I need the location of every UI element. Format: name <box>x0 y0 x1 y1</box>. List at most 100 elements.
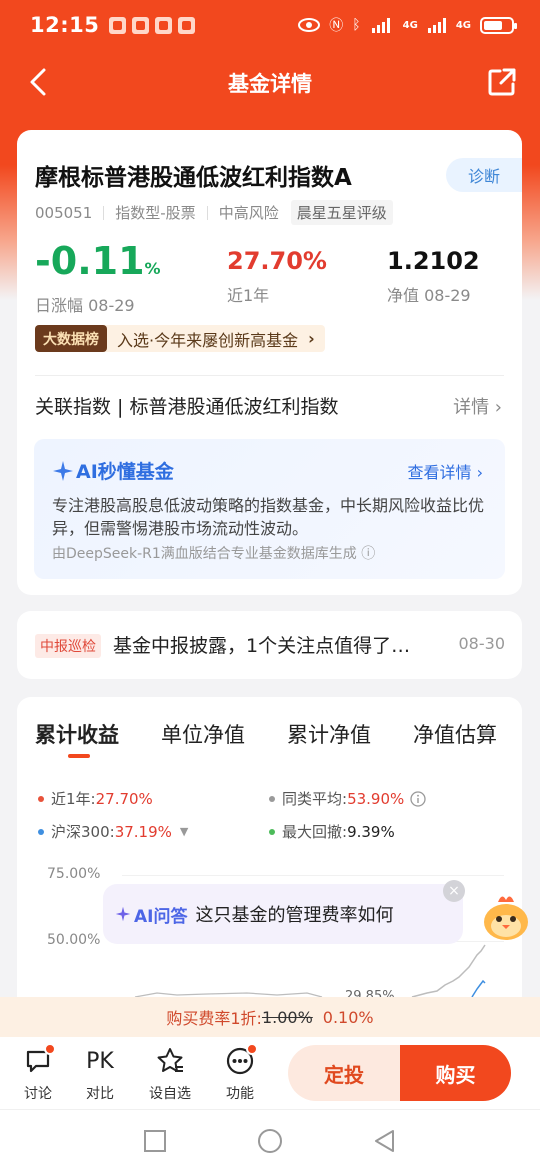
eye-icon <box>298 18 321 32</box>
nav-label: 净值 08-29 <box>387 286 471 305</box>
returns-chart-lines: 29.85% <box>134 944 486 1001</box>
mascot-chick-icon[interactable] <box>478 888 534 944</box>
ai-question-tag: AI问答 <box>134 906 188 927</box>
legend-dot <box>269 795 275 802</box>
bottom-action-bar: 讨论 PK 对比 设自选 功能 定投 购买 <box>0 1037 540 1109</box>
fund-name: 摩根标普港股通低波红利指数A <box>35 165 352 191</box>
status-time: 12:15 <box>30 13 100 37</box>
legend-hs300[interactable]: 沪深300: 37.19% ▼ <box>38 821 188 842</box>
fund-code: 005051 <box>35 203 93 222</box>
fee-prefix: 购买费率1折: <box>166 1009 262 1028</box>
ai-summary-box: AI秒懂基金 查看详情 › 专注港股高股息低波动策略的指数基金，中长期风险收益比… <box>34 439 505 579</box>
status-bar: 12:15 Ⓝ ᛒ 4G 4G <box>0 0 540 50</box>
rating-tag: 晨星五星评级 <box>290 200 393 225</box>
hs300-line <box>471 979 486 998</box>
functions-button[interactable]: 功能 <box>210 1043 270 1103</box>
divider <box>103 205 105 220</box>
compare-label: 对比 <box>86 1086 114 1102</box>
chevron-right-icon: › <box>308 329 315 348</box>
notification-app-icon <box>132 16 150 34</box>
year-return-stat: 27.70% 近1年 <box>227 246 327 306</box>
legend-hs300-label: 沪深300: <box>51 823 115 841</box>
bigdata-rank-banner[interactable]: 大数据榜 入选·今年来屡创新高基金 › <box>35 325 325 352</box>
fee-original: 1.00% <box>261 1007 313 1027</box>
back-icon[interactable] <box>373 1129 397 1153</box>
legend-fund-label: 近1年: <box>51 790 96 808</box>
year-return-label: 近1年 <box>227 286 270 305</box>
legend-peer-label: 同类平均: <box>282 790 348 808</box>
daily-change-number: -0.11 <box>35 239 145 283</box>
nfc-icon: Ⓝ <box>329 18 344 34</box>
bigdata-badge: 大数据榜 <box>35 325 107 352</box>
news-tag: 中报巡检 <box>35 634 101 658</box>
tab-cumulative-return[interactable]: 累计收益 <box>35 719 119 749</box>
legend-dot <box>38 828 44 835</box>
sparkle-icon <box>53 461 73 481</box>
y-axis-label: 75.00% <box>47 866 101 882</box>
fund-summary-card: 摩根标普港股通低波红利指数A 诊断 005051 指数型-股票 中高风险 晨星五… <box>17 130 522 595</box>
ai-summary-desc: 专注港股高股息低波动策略的指数基金，中长期风险收益比优异，但需警惕港股市场流动性… <box>52 496 485 538</box>
legend-dot <box>269 828 275 835</box>
diagnose-button[interactable]: 诊断 <box>446 158 522 192</box>
related-index-detail-link[interactable]: 详情 › <box>453 393 502 419</box>
home-icon[interactable] <box>257 1128 283 1154</box>
compare-button[interactable]: PK 对比 <box>70 1045 130 1103</box>
peer-average-line <box>411 944 486 998</box>
sparkle-icon <box>115 906 131 922</box>
tab-unit-nav[interactable]: 单位净值 <box>161 719 245 749</box>
ai-question-bubble[interactable]: AI问答 这只基金的管理费率如何 × <box>103 880 465 944</box>
legend-peer-average: 同类平均: 53.90% <box>269 788 426 809</box>
related-index[interactable]: 关联指数 | 标普港股通低波红利指数 <box>35 392 338 419</box>
fund-risk: 中高风险 <box>218 204 279 222</box>
legend-peer-value: 53.90% <box>347 789 405 808</box>
fee-discounted: 0.10% <box>322 1007 374 1027</box>
chart-tabs: 累计收益 单位净值 累计净值 净值估算 <box>17 719 522 759</box>
info-icon[interactable] <box>410 790 426 807</box>
legend-drawdown-label: 最大回撤: <box>282 823 348 841</box>
notification-dot <box>44 1043 56 1055</box>
nav-value: 1.2102 <box>387 247 480 275</box>
notification-app-icon <box>178 16 196 34</box>
fee-discount-bar: 购买费率1折: 1.00% 0.10% <box>0 997 540 1037</box>
page-title: 基金详情 <box>228 72 312 96</box>
close-icon[interactable]: × <box>443 880 465 902</box>
signal-icon-2 <box>427 18 446 33</box>
add-watchlist-label: 设自选 <box>149 1086 191 1102</box>
bigdata-text: 入选·今年来屡创新高基金 <box>117 330 299 350</box>
legend-max-drawdown: 最大回撤: 9.39% <box>269 821 395 842</box>
pk-icon: PK <box>86 1048 114 1074</box>
buy-button[interactable]: 购买 <box>400 1045 511 1101</box>
ai-summary-source: 由DeepSeek-R1满血版结合专业基金数据库生成 ⓘ <box>52 546 376 562</box>
news-text: 基金中报披露，1个关注点值得了… <box>113 635 411 657</box>
star-plus-icon <box>140 1045 200 1077</box>
active-tab-indicator <box>68 754 90 758</box>
legend-drawdown-value: 9.39% <box>347 822 395 841</box>
network-type-2: 4G <box>455 19 471 31</box>
news-card[interactable]: 中报巡检 基金中报披露，1个关注点值得了… 08-30 <box>17 611 522 679</box>
fund-meta: 005051 指数型-股票 中高风险 晨星五星评级 <box>35 200 393 225</box>
more-icon <box>210 1043 270 1077</box>
tab-nav-estimate[interactable]: 净值估算 <box>413 719 497 749</box>
divider <box>35 375 504 376</box>
functions-label: 功能 <box>226 1086 254 1102</box>
notification-app-icon <box>109 16 127 34</box>
battery-icon <box>480 16 517 34</box>
tab-accumulated-nav[interactable]: 累计净值 <box>287 719 371 749</box>
ai-summary-title: AI秒懂基金 <box>52 457 174 484</box>
daily-change-value: -0.11% <box>35 240 161 290</box>
share-icon[interactable] <box>486 66 518 98</box>
nav-stat: 1.2102 净值 08-29 <box>387 246 480 306</box>
legend-dot <box>38 795 44 802</box>
discuss-button[interactable]: 讨论 <box>8 1043 68 1103</box>
auto-invest-button[interactable]: 定投 <box>288 1045 400 1101</box>
ai-question-text: 这只基金的管理费率如何 <box>195 905 394 926</box>
notification-app-icon <box>155 16 173 34</box>
bluetooth-icon: ᛒ <box>352 17 361 33</box>
ai-summary-more-link[interactable]: 查看详情 › <box>408 459 484 483</box>
daily-change-stat: -0.11% 日涨幅 08-29 <box>35 240 161 316</box>
add-watchlist-button[interactable]: 设自选 <box>140 1045 200 1103</box>
legend-fund: 近1年: 27.70% <box>38 788 153 809</box>
discuss-icon <box>8 1043 68 1077</box>
recent-apps-icon[interactable] <box>144 1130 166 1152</box>
returns-chart-card: 累计收益 单位净值 累计净值 净值估算 近1年: 27.70% 同类平均: 53.9… <box>17 697 522 1037</box>
